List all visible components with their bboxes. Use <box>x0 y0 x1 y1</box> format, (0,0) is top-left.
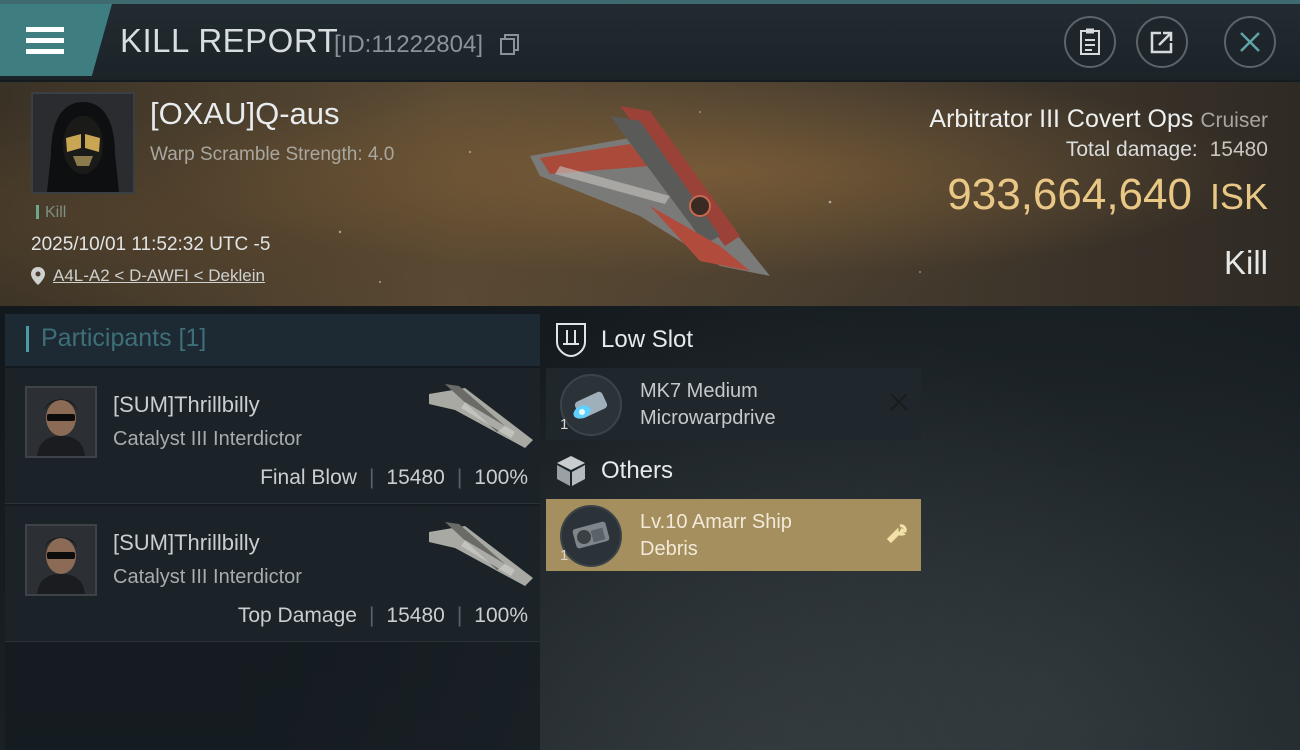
participant-ship: Catalyst III Interdictor <box>113 566 302 588</box>
module-name: MK7 Medium Microwarpdrive <box>640 378 776 432</box>
hamburger-icon <box>26 27 64 54</box>
kill-id: [ID:11222804] <box>334 31 484 58</box>
low-slot-icon <box>556 323 586 358</box>
close-button[interactable] <box>1224 16 1276 68</box>
clipboard-icon <box>1080 28 1100 55</box>
stat-divider: | <box>368 604 375 627</box>
participant-role: Final Blow <box>260 466 357 489</box>
participant-avatar[interactable] <box>25 524 97 596</box>
participants-title: Participants [1] <box>26 324 206 353</box>
location-pin-icon <box>31 267 45 285</box>
participant-stats: Top Damage | 15480 | 100% <box>238 604 528 628</box>
copy-icon[interactable] <box>500 34 520 56</box>
kill-result: Kill <box>1223 244 1268 281</box>
share-button[interactable] <box>1136 16 1188 68</box>
item-name-line2: Debris <box>640 538 698 560</box>
low-slot-label: Low Slot <box>601 326 694 353</box>
participant-row[interactable]: [SUM]Thrillbilly Catalyst III Interdicto… <box>5 506 540 642</box>
participant-role: Top Damage <box>237 604 357 627</box>
pilot-portrait-icon <box>27 526 95 594</box>
stat-divider: | <box>456 466 463 489</box>
victim-ship-class: Cruiser <box>1200 109 1268 132</box>
total-damage-value: 15480 <box>1209 138 1268 161</box>
isk-value: 933,664,640 ISK <box>947 170 1268 220</box>
others-label: Others <box>601 457 674 484</box>
participant-percent: 100% <box>474 604 528 627</box>
isk-amount: 933,664,640 <box>947 170 1192 219</box>
kill-tag: Kill <box>36 204 66 222</box>
victim-ship-image <box>530 106 770 276</box>
wrench-icon[interactable] <box>885 523 909 547</box>
participant-ship: Catalyst III Interdictor <box>113 428 302 450</box>
module-name-line1: MK7 Medium <box>640 380 758 402</box>
participant-damage: 15480 <box>386 466 445 489</box>
kill-date: 2025/10/01 11:52:32 UTC -5 <box>31 234 271 255</box>
isk-unit: ISK <box>1209 176 1268 217</box>
stat-divider: | <box>368 466 375 489</box>
victim-name[interactable]: [OXAU]Q-aus <box>150 96 340 132</box>
participant-name[interactable]: [SUM]Thrillbilly <box>113 392 260 418</box>
participant-name[interactable]: [SUM]Thrillbilly <box>113 530 260 556</box>
close-icon <box>1240 32 1260 52</box>
module-count: 1 <box>560 416 569 433</box>
location-text[interactable]: A4L-A2 < D-AWFI < Deklein <box>53 266 265 286</box>
item-card-ship-debris[interactable]: 1 Lv.10 Amarr Ship Debris <box>546 499 921 571</box>
stat-divider: | <box>456 604 463 627</box>
item-count: 1 <box>560 547 569 564</box>
pilot-portrait-icon <box>33 94 133 192</box>
ship-debris-icon <box>572 521 610 549</box>
module-icon <box>560 374 622 436</box>
participant-percent: 100% <box>474 466 528 489</box>
page-title: KILL REPORT <box>120 22 339 59</box>
warp-scramble-strength: Warp Scramble Strength: 4.0 <box>150 144 395 165</box>
total-damage-label: Total damage: <box>1065 138 1198 161</box>
cargo-box-icon <box>557 456 585 486</box>
location-link[interactable]: A4L-A2 < D-AWFI < Deklein <box>31 266 265 286</box>
others-section-title: Others <box>555 454 673 488</box>
report-button[interactable] <box>1064 16 1116 68</box>
item-name: Lv.10 Amarr Ship Debris <box>640 509 792 563</box>
total-damage: Total damage: 15480 <box>1066 138 1268 162</box>
participant-avatar[interactable] <box>25 386 97 458</box>
victim-ship-name: Arbitrator III Covert Ops <box>929 105 1194 133</box>
participant-damage: 15480 <box>386 604 445 627</box>
victim-ship[interactable]: Arbitrator III Covert Ops Cruiser <box>929 105 1268 134</box>
pilot-portrait-icon <box>27 388 95 456</box>
module-name-line2: Microwarpdrive <box>640 407 776 429</box>
participant-ship-image <box>429 384 533 448</box>
share-icon <box>1150 31 1173 54</box>
low-slot-section-title: Low Slot <box>555 322 693 358</box>
destroyed-x-icon <box>890 393 908 411</box>
participant-ship-image <box>429 522 533 586</box>
microwarpdrive-icon <box>573 391 608 419</box>
module-card-microwarpdrive[interactable]: 1 MK7 Medium Microwarpdrive <box>546 368 921 440</box>
item-name-line1: Lv.10 Amarr Ship <box>640 511 792 533</box>
victim-avatar[interactable] <box>31 92 135 194</box>
participant-stats: Final Blow | 15480 | 100% <box>260 466 528 490</box>
item-icon <box>560 505 622 567</box>
participant-row[interactable]: [SUM]Thrillbilly Catalyst III Interdicto… <box>5 368 540 504</box>
